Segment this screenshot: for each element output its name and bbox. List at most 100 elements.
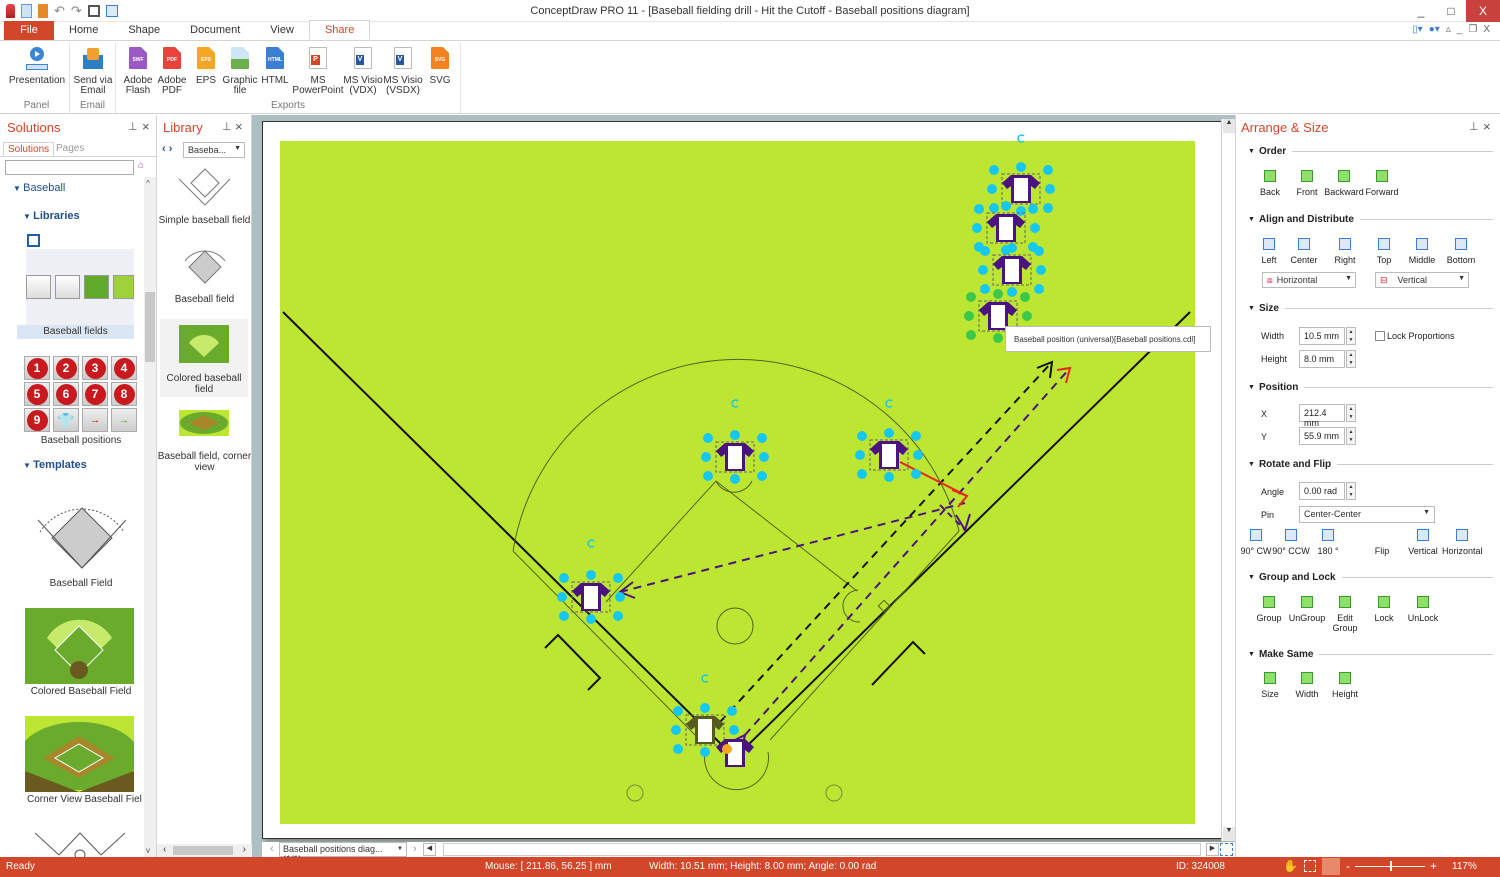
- fit-page-icon[interactable]: [1220, 843, 1233, 856]
- group-lock-button[interactable]: Lock: [1364, 596, 1404, 623]
- canvas-area[interactable]: ▲ ▼: [252, 115, 1235, 857]
- pin-icon[interactable]: ⊥: [1469, 120, 1479, 133]
- tree-libraries[interactable]: ▼ Libraries: [23, 210, 80, 222]
- rotate-180-button[interactable]: 180 °: [1308, 529, 1348, 556]
- group-group-button[interactable]: Group: [1249, 596, 1289, 623]
- width-spinner[interactable]: ▲ ▼: [1346, 327, 1356, 345]
- width-input[interactable]: 10.5 mm: [1299, 327, 1345, 345]
- x-input[interactable]: 212.4 mm: [1299, 404, 1345, 428]
- section-group-lock[interactable]: ▼ Group and Lock: [1248, 572, 1493, 583]
- pin-icon[interactable]: ⊥: [128, 120, 138, 133]
- tab-pages[interactable]: Pages: [52, 142, 88, 155]
- tree-templates[interactable]: ▼ Templates: [23, 459, 87, 471]
- position-number-icon[interactable]: 4: [111, 356, 137, 380]
- next-page-icon[interactable]: ›: [413, 843, 417, 855]
- x-spinner[interactable]: ▲ ▼: [1346, 404, 1356, 422]
- pan-hand-icon[interactable]: ✋: [1283, 859, 1298, 873]
- group-unlock-button[interactable]: UnLock: [1403, 596, 1443, 623]
- colored-baseball-field-template-icon[interactable]: [25, 608, 134, 684]
- help-icon[interactable]: ●▾: [1429, 24, 1440, 35]
- rotate-90-ccw-button[interactable]: 90° CCW: [1271, 529, 1311, 556]
- same-size-button[interactable]: Size: [1250, 672, 1290, 699]
- export-pdf-button[interactable]: PDF Adobe PDF: [154, 47, 190, 96]
- jersey-icon[interactable]: 👕: [53, 408, 79, 432]
- rotate-90-cw-button[interactable]: 90° CW: [1236, 529, 1276, 556]
- pin-icon[interactable]: ⊥: [222, 120, 232, 133]
- doc-close-icon[interactable]: X: [1483, 24, 1490, 35]
- baseball-field-template-icon[interactable]: [34, 498, 130, 574]
- green-arrow-icon[interactable]: →: [111, 408, 137, 432]
- presentation-button[interactable]: Presentation: [8, 47, 66, 86]
- y-input[interactable]: 55.9 mm: [1299, 427, 1345, 445]
- colored-baseball-field-icon[interactable]: [179, 325, 229, 363]
- align-center-button[interactable]: Center: [1284, 238, 1324, 265]
- library-item-label[interactable]: Simple baseball field: [157, 215, 252, 226]
- library-item-label[interactable]: Baseball field: [157, 294, 252, 305]
- position-number-icon[interactable]: 2: [53, 356, 79, 380]
- section-order[interactable]: ▼ Order: [1248, 146, 1493, 157]
- corner-view-field-icon[interactable]: [179, 410, 229, 436]
- tab-share[interactable]: Share: [308, 20, 371, 40]
- group-edit-group-button[interactable]: Edit Group: [1325, 596, 1365, 633]
- library-item-label[interactable]: Colored baseball field: [160, 373, 248, 395]
- rotate-vertical-button[interactable]: Vertical: [1403, 529, 1443, 556]
- position-number-icon[interactable]: 1: [24, 356, 50, 380]
- simple-baseball-field-icon[interactable]: [177, 163, 232, 208]
- library-item-label[interactable]: Baseball field, corner view: [157, 451, 252, 473]
- export-flash-button[interactable]: SWF Adobe Flash: [120, 47, 156, 96]
- position-number-icon[interactable]: 6: [53, 382, 79, 406]
- template-label[interactable]: Colored Baseball Field: [20, 686, 142, 697]
- baseball-field-icon[interactable]: [177, 243, 232, 289]
- solutions-scrollbar[interactable]: ^ v: [144, 177, 156, 857]
- align-right-button[interactable]: Right: [1325, 238, 1365, 265]
- export-html-button[interactable]: HTML HTML: [258, 47, 292, 86]
- tab-document[interactable]: Document: [175, 21, 255, 40]
- rotate-horizontal-button[interactable]: Horizontal: [1442, 529, 1483, 556]
- zoom-fit-icon[interactable]: [1322, 858, 1340, 875]
- order-front-button[interactable]: Front: [1287, 170, 1327, 197]
- close-panel-icon[interactable]: ×: [235, 119, 243, 134]
- close-button[interactable]: X: [1466, 0, 1500, 22]
- angle-spinner[interactable]: ▲ ▼: [1346, 482, 1356, 500]
- section-align[interactable]: ▼ Align and Distribute: [1248, 214, 1493, 225]
- export-svg-button[interactable]: SVG SVG: [424, 47, 456, 86]
- align-middle-button[interactable]: Middle: [1402, 238, 1442, 265]
- library-selector[interactable]: Baseba... ▼: [183, 142, 245, 158]
- section-position[interactable]: ▼ Position: [1248, 382, 1493, 393]
- tab-home[interactable]: Home: [54, 21, 113, 40]
- export-graphic-button[interactable]: Graphic file: [222, 47, 258, 96]
- library-baseball-positions[interactable]: 1 2 3 4 5 6 7 8 9 👕 → →: [24, 356, 137, 436]
- tab-view[interactable]: View: [255, 21, 309, 40]
- y-spinner[interactable]: ▲ ▼: [1346, 427, 1356, 445]
- order-back-button[interactable]: Back: [1250, 170, 1290, 197]
- pin-dropdown[interactable]: Center-Center ▼: [1299, 506, 1435, 523]
- order-forward-button[interactable]: Forward: [1362, 170, 1402, 197]
- library-label[interactable]: Baseball fields: [17, 325, 134, 339]
- same-height-button[interactable]: Height: [1325, 672, 1365, 699]
- position-number-icon[interactable]: 3: [82, 356, 108, 380]
- position-number-icon[interactable]: 8: [111, 382, 137, 406]
- same-width-button[interactable]: Width: [1287, 672, 1327, 699]
- zoom-area-icon[interactable]: [1304, 860, 1316, 872]
- position-number-icon[interactable]: 9: [24, 408, 50, 432]
- search-options-icon[interactable]: ⌂: [138, 160, 152, 174]
- canvas-hscrollbar[interactable]: [443, 843, 1201, 856]
- scroll-right-button[interactable]: ▶: [1206, 843, 1219, 856]
- align-top-button[interactable]: Top: [1364, 238, 1404, 265]
- distribute-horizontal-dropdown[interactable]: ⧈ Horizontal ▼: [1262, 272, 1356, 288]
- export-eps-button[interactable]: EPS EPS: [190, 47, 222, 86]
- align-bottom-button[interactable]: Bottom: [1441, 238, 1481, 265]
- library-label[interactable]: Baseball positions: [20, 435, 142, 446]
- library-hscrollbar[interactable]: ‹ ›: [157, 844, 252, 857]
- tab-solutions[interactable]: Solutions: [3, 142, 55, 157]
- section-make-same[interactable]: ▼ Make Same: [1248, 649, 1493, 660]
- library-baseball-fields[interactable]: [26, 249, 134, 325]
- scroll-left-button[interactable]: ◀: [423, 843, 436, 856]
- collapse-ribbon-icon[interactable]: ▵: [1446, 24, 1451, 35]
- distribute-vertical-dropdown[interactable]: ⊟ Vertical ▼: [1375, 272, 1469, 288]
- zoom-out-button[interactable]: -: [1346, 859, 1350, 873]
- red-arrow-icon[interactable]: →: [82, 408, 108, 432]
- lock-proportions-checkbox[interactable]: [1375, 331, 1385, 341]
- section-size[interactable]: ▼ Size: [1248, 303, 1493, 314]
- doc-minimize-icon[interactable]: _: [1457, 24, 1463, 35]
